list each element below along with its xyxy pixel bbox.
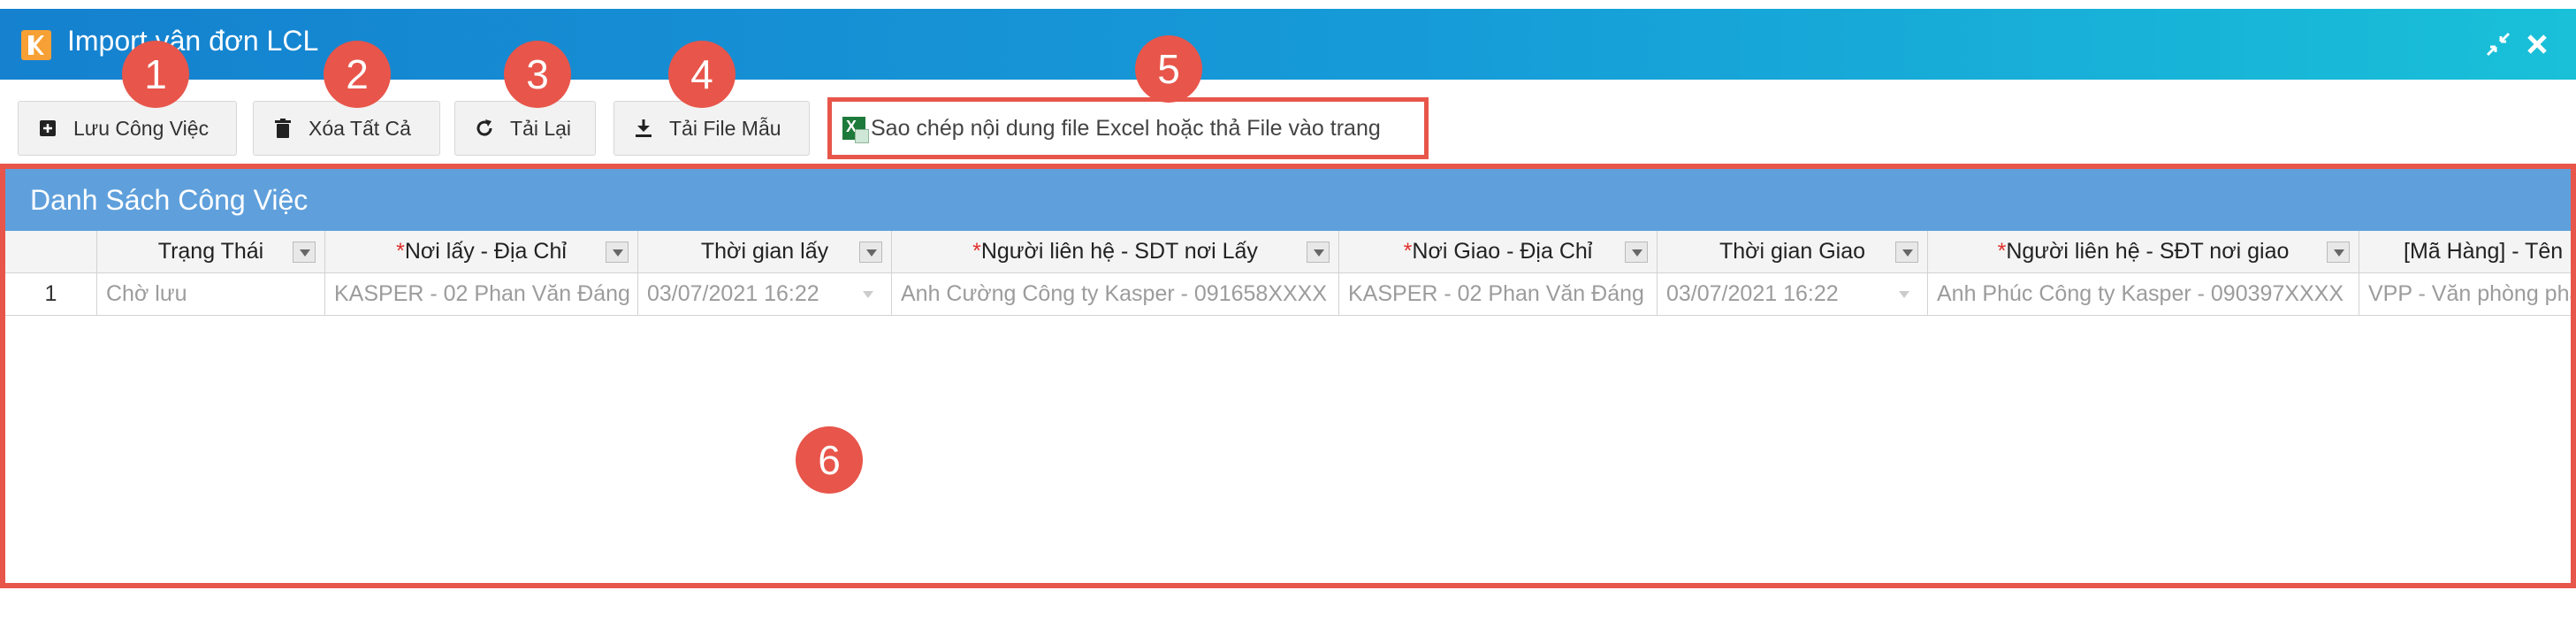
filter-dropdown-icon[interactable] (1625, 242, 1648, 263)
column-header-label: Người liên hệ - SDT nơi Lấy (980, 239, 1258, 264)
required-marker: * (1997, 239, 2007, 264)
panel-title: Danh Sách Công Việc (5, 169, 2571, 231)
reload-label: Tải Lại (510, 116, 572, 140)
column-header[interactable]: Thời gian lấy (638, 231, 892, 273)
download-icon (634, 119, 653, 138)
delete-all-button[interactable]: Xóa Tất Cả (253, 101, 440, 156)
filter-dropdown-icon[interactable] (859, 242, 882, 263)
required-marker: * (396, 239, 405, 264)
close-icon[interactable] (2521, 28, 2553, 60)
column-header-label: [Mã Hàng] - Tên Hàng (2404, 239, 2571, 264)
column-header-label: Nơi Giao - Địa Chỉ (1412, 239, 1593, 264)
import-lcl-window: Import vận đơn LCL Lưu Công Việc Xóa Tất… (0, 9, 2576, 621)
trash-icon (273, 119, 293, 138)
column-header-label: Trạng Thái (157, 239, 264, 264)
status-cell[interactable]: Chờ lưu (97, 273, 325, 316)
row-number-header (5, 231, 97, 273)
minimize-icon[interactable] (2482, 28, 2514, 60)
chevron-down-icon[interactable] (863, 291, 873, 298)
annotation-marker: 3 (504, 41, 571, 108)
annotation-marker: 6 (796, 426, 863, 494)
annotation-marker: 2 (324, 41, 391, 108)
pickup-contact-cell[interactable]: Anh Cường Công ty Kasper - 091658XXXX (892, 273, 1339, 316)
filter-dropdown-icon[interactable] (606, 242, 629, 263)
delivery-time-cell[interactable]: 03/07/2021 16:22 (1658, 273, 1928, 316)
annotation-marker: 5 (1135, 35, 1202, 103)
refresh-icon (475, 119, 494, 138)
filter-dropdown-icon[interactable] (2327, 242, 2350, 263)
paste-hint: Sao chép nội dung file Excel hoặc thả Fi… (871, 115, 1381, 141)
column-header[interactable]: *Người liên hệ - SDT nơi Lấy (892, 231, 1339, 273)
required-marker: * (972, 239, 981, 264)
column-header-label: Thời gian Giao (1719, 239, 1866, 264)
toolbar: Lưu Công Việc Xóa Tất Cả Tải Lại Tải Fil… (0, 80, 2576, 164)
delivery-time-value: 03/07/2021 16:22 (1666, 281, 1839, 306)
column-header[interactable]: Thời gian Giao (1658, 231, 1928, 273)
column-header-label: Nơi lấy - Địa Chỉ (404, 239, 567, 264)
paste-drop-zone[interactable]: Sao chép nội dung file Excel hoặc thả Fi… (827, 97, 1429, 159)
column-header[interactable]: *Nơi Giao - Địa Chỉ (1339, 231, 1658, 273)
filter-dropdown-icon[interactable] (1895, 242, 1918, 263)
job-list-panel: Danh Sách Công Việc Trạng Thái *Nơi lấy … (0, 164, 2576, 588)
filter-dropdown-icon[interactable] (1307, 242, 1330, 263)
column-header[interactable]: *Nơi lấy - Địa Chỉ (325, 231, 638, 273)
column-header-label: Thời gian lấy (700, 239, 829, 264)
window-title: Import vận đơn LCL (67, 25, 319, 57)
delivery-address-cell[interactable]: KASPER - 02 Phan Văn Đáng (1339, 273, 1658, 316)
delivery-contact-cell[interactable]: Anh Phúc Công ty Kasper - 090397XXXX (1928, 273, 2359, 316)
reload-button[interactable]: Tải Lại (454, 101, 596, 156)
kasper-logo-icon (21, 30, 51, 60)
pickup-time-value: 03/07/2021 16:22 (647, 281, 819, 306)
annotation-marker: 1 (122, 41, 189, 108)
filter-dropdown-icon[interactable] (293, 242, 316, 263)
excel-icon (842, 117, 869, 143)
column-header-label: Người liên hệ - SĐT nơi giao (2006, 239, 2290, 264)
download-template-label: Tải File Mẫu (669, 116, 781, 140)
row-number: 1 (5, 273, 97, 316)
column-header[interactable]: [Mã Hàng] - Tên Hàng (2359, 231, 2571, 273)
delete-all-label: Xóa Tất Cả (309, 116, 411, 140)
column-header[interactable]: *Người liên hệ - SĐT nơi giao (1928, 231, 2359, 273)
download-template-button[interactable]: Tải File Mẫu (614, 101, 810, 156)
save-jobs-button[interactable]: Lưu Công Việc (18, 101, 237, 156)
chevron-down-icon[interactable] (1899, 291, 1909, 298)
table-row[interactable]: 1 Chờ lưu KASPER - 02 Phan Văn Đáng 03/0… (5, 273, 2571, 316)
pickup-address-cell[interactable]: KASPER - 02 Phan Văn Đáng (325, 273, 638, 316)
pickup-time-cell[interactable]: 03/07/2021 16:22 (638, 273, 892, 316)
required-marker: * (1403, 239, 1413, 264)
plus-square-icon (38, 119, 57, 138)
save-jobs-label: Lưu Công Việc (73, 116, 210, 140)
annotation-marker: 4 (668, 41, 735, 108)
grid-header-row: Trạng Thái *Nơi lấy - Địa Chỉ Thời gian … (5, 231, 2571, 273)
column-header[interactable]: Trạng Thái (97, 231, 325, 273)
product-cell[interactable]: VPP - Văn phòng phẩm (2359, 273, 2571, 316)
